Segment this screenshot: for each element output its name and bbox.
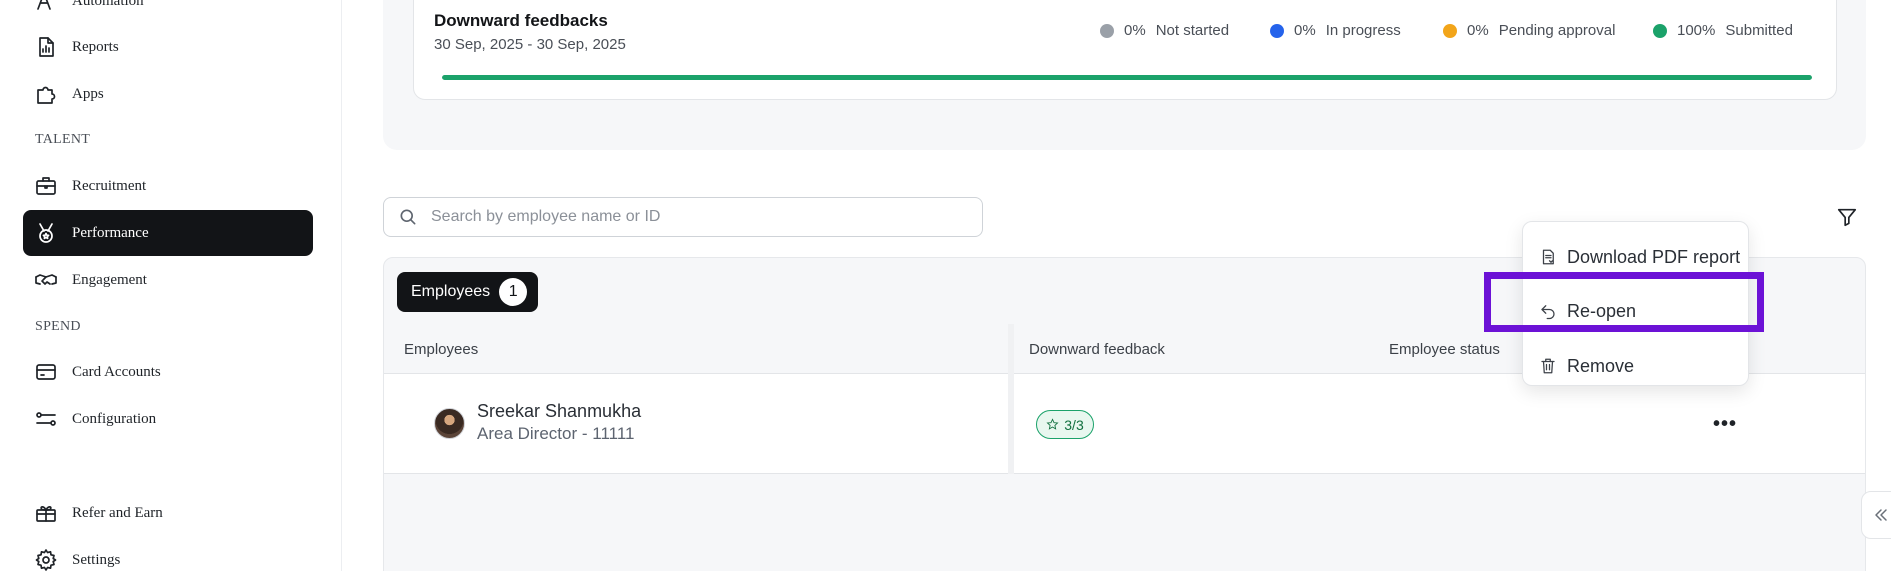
- star-icon: [1046, 418, 1059, 430]
- downward-feedback-summary-card: Downward feedbacks 30 Sep, 2025 - 30 Sep…: [413, 0, 1837, 100]
- sidebar-item-label: Engagement: [72, 271, 147, 288]
- legend-label: Not started: [1155, 22, 1230, 39]
- sidebar-item-label: Card Accounts: [72, 363, 161, 380]
- more-horizontal-icon: •••: [1712, 412, 1737, 435]
- sidebar: Automation Reports Apps TALENT Recruitme…: [0, 0, 342, 571]
- undo-icon: [1541, 305, 1555, 320]
- sidebar-item-engagement[interactable]: Engagement: [23, 257, 313, 303]
- gift-icon: [33, 500, 59, 526]
- status-dot: [1443, 23, 1457, 38]
- sidebar-item-reports[interactable]: Reports: [23, 24, 313, 70]
- menu-item-remove[interactable]: Remove: [1523, 343, 1750, 389]
- medal-icon: [33, 220, 59, 246]
- legend-percent: 100%: [1677, 22, 1716, 39]
- search-icon: [400, 209, 416, 225]
- submission-progress-bar: [442, 75, 1812, 80]
- menu-item-label: Download PDF report: [1567, 246, 1741, 267]
- row-actions-menu: Download PDF report Re-open Remove: [1522, 221, 1749, 386]
- sidebar-item-configuration[interactable]: Configuration: [23, 396, 313, 442]
- filter-button[interactable]: [1836, 206, 1858, 228]
- search-input[interactable]: [431, 208, 971, 226]
- menu-item-label: Re-open: [1567, 300, 1637, 321]
- status-dot: [1270, 23, 1284, 38]
- status-dot: [1100, 23, 1114, 38]
- sidebar-item-refer-and-earn[interactable]: Refer and Earn: [23, 490, 313, 536]
- employee-role: Area Director - 11111: [477, 424, 635, 443]
- sidebar-item-label: Apps: [72, 85, 104, 102]
- puzzle-icon: [33, 81, 59, 107]
- legend-not-started: 0% Not started: [1100, 22, 1229, 39]
- menu-item-label: Remove: [1567, 355, 1635, 376]
- legend-percent: 0%: [1124, 22, 1146, 39]
- section-label-spend: SPEND: [35, 319, 81, 334]
- trash-icon: [1541, 358, 1555, 374]
- menu-item-re-open[interactable]: Re-open: [1523, 288, 1750, 334]
- sidebar-item-label: Refer and Earn: [72, 504, 163, 521]
- summary-date-range: 30 Sep, 2025 - 30 Sep, 2025: [434, 36, 626, 53]
- legend-label: In progress: [1325, 22, 1401, 39]
- sidebar-item-recruitment[interactable]: Recruitment: [23, 163, 313, 209]
- pdf-report-icon: [1542, 249, 1554, 265]
- sidebar-item-label: Configuration: [72, 410, 157, 427]
- legend-percent: 0%: [1294, 22, 1316, 39]
- avatar: [434, 408, 465, 439]
- tab-employees-count: 1: [499, 278, 528, 306]
- handshake-icon: [33, 267, 59, 293]
- sidebar-item-settings[interactable]: Settings: [23, 537, 313, 571]
- summary-panel: Downward feedbacks 30 Sep, 2025 - 30 Sep…: [383, 0, 1866, 150]
- submission-progress-fill: [442, 75, 1812, 80]
- sidebar-item-apps[interactable]: Apps: [23, 71, 313, 117]
- briefcase-icon: [33, 173, 59, 199]
- sidebar-item-label: Settings: [72, 551, 121, 568]
- summary-title: Downward feedbacks: [434, 11, 608, 30]
- filter-icon: [1837, 208, 1857, 227]
- legend-label: Submitted: [1725, 22, 1793, 39]
- feedback-score-badge: 3/3: [1036, 410, 1094, 439]
- status-dot: [1653, 23, 1667, 38]
- feedback-score: 3/3: [1064, 416, 1084, 433]
- sidebar-item-label: Reports: [72, 38, 119, 55]
- sidebar-item-card-accounts[interactable]: Card Accounts: [23, 349, 313, 395]
- table-row[interactable]: Sreekar Shanmukha Area Director - 11111 …: [384, 374, 1865, 474]
- row-actions-button[interactable]: •••: [1711, 410, 1739, 438]
- chevrons-left-icon: [1875, 509, 1887, 521]
- column-header-employees: Employees: [404, 341, 479, 358]
- column-header-downward-feedback: Downward feedback: [1029, 341, 1165, 358]
- employee-search[interactable]: [383, 197, 983, 237]
- sidebar-item-label: Automation: [72, 0, 144, 9]
- sliders-icon: [33, 406, 59, 432]
- section-label-talent: TALENT: [35, 132, 91, 147]
- legend-percent: 0%: [1467, 22, 1489, 39]
- credit-card-icon: [33, 359, 59, 385]
- legend-submitted: 100% Submitted: [1653, 22, 1793, 39]
- legend-pending-approval: 0% Pending approval: [1443, 22, 1615, 39]
- legend-label: Pending approval: [1498, 22, 1616, 39]
- sidebar-item-label: Recruitment: [72, 177, 147, 194]
- column-divider: [1008, 324, 1014, 474]
- tab-employees-label: Employees: [411, 283, 491, 300]
- automation-icon: [33, 0, 59, 14]
- column-header-employee-status: Employee status: [1389, 341, 1500, 358]
- sidebar-item-label: Performance: [72, 224, 149, 241]
- gear-icon: [33, 547, 59, 571]
- employee-name: Sreekar Shanmukha: [477, 401, 642, 421]
- tab-employees[interactable]: Employees 1: [397, 272, 538, 312]
- collapse-panel-button[interactable]: [1861, 491, 1891, 539]
- reports-icon: [33, 34, 59, 60]
- legend-in-progress: 0% In progress: [1270, 22, 1401, 39]
- sidebar-item-performance[interactable]: Performance: [23, 210, 313, 256]
- menu-item-download-pdf-report[interactable]: Download PDF report: [1523, 234, 1750, 280]
- sidebar-item-automation[interactable]: Automation: [23, 0, 313, 24]
